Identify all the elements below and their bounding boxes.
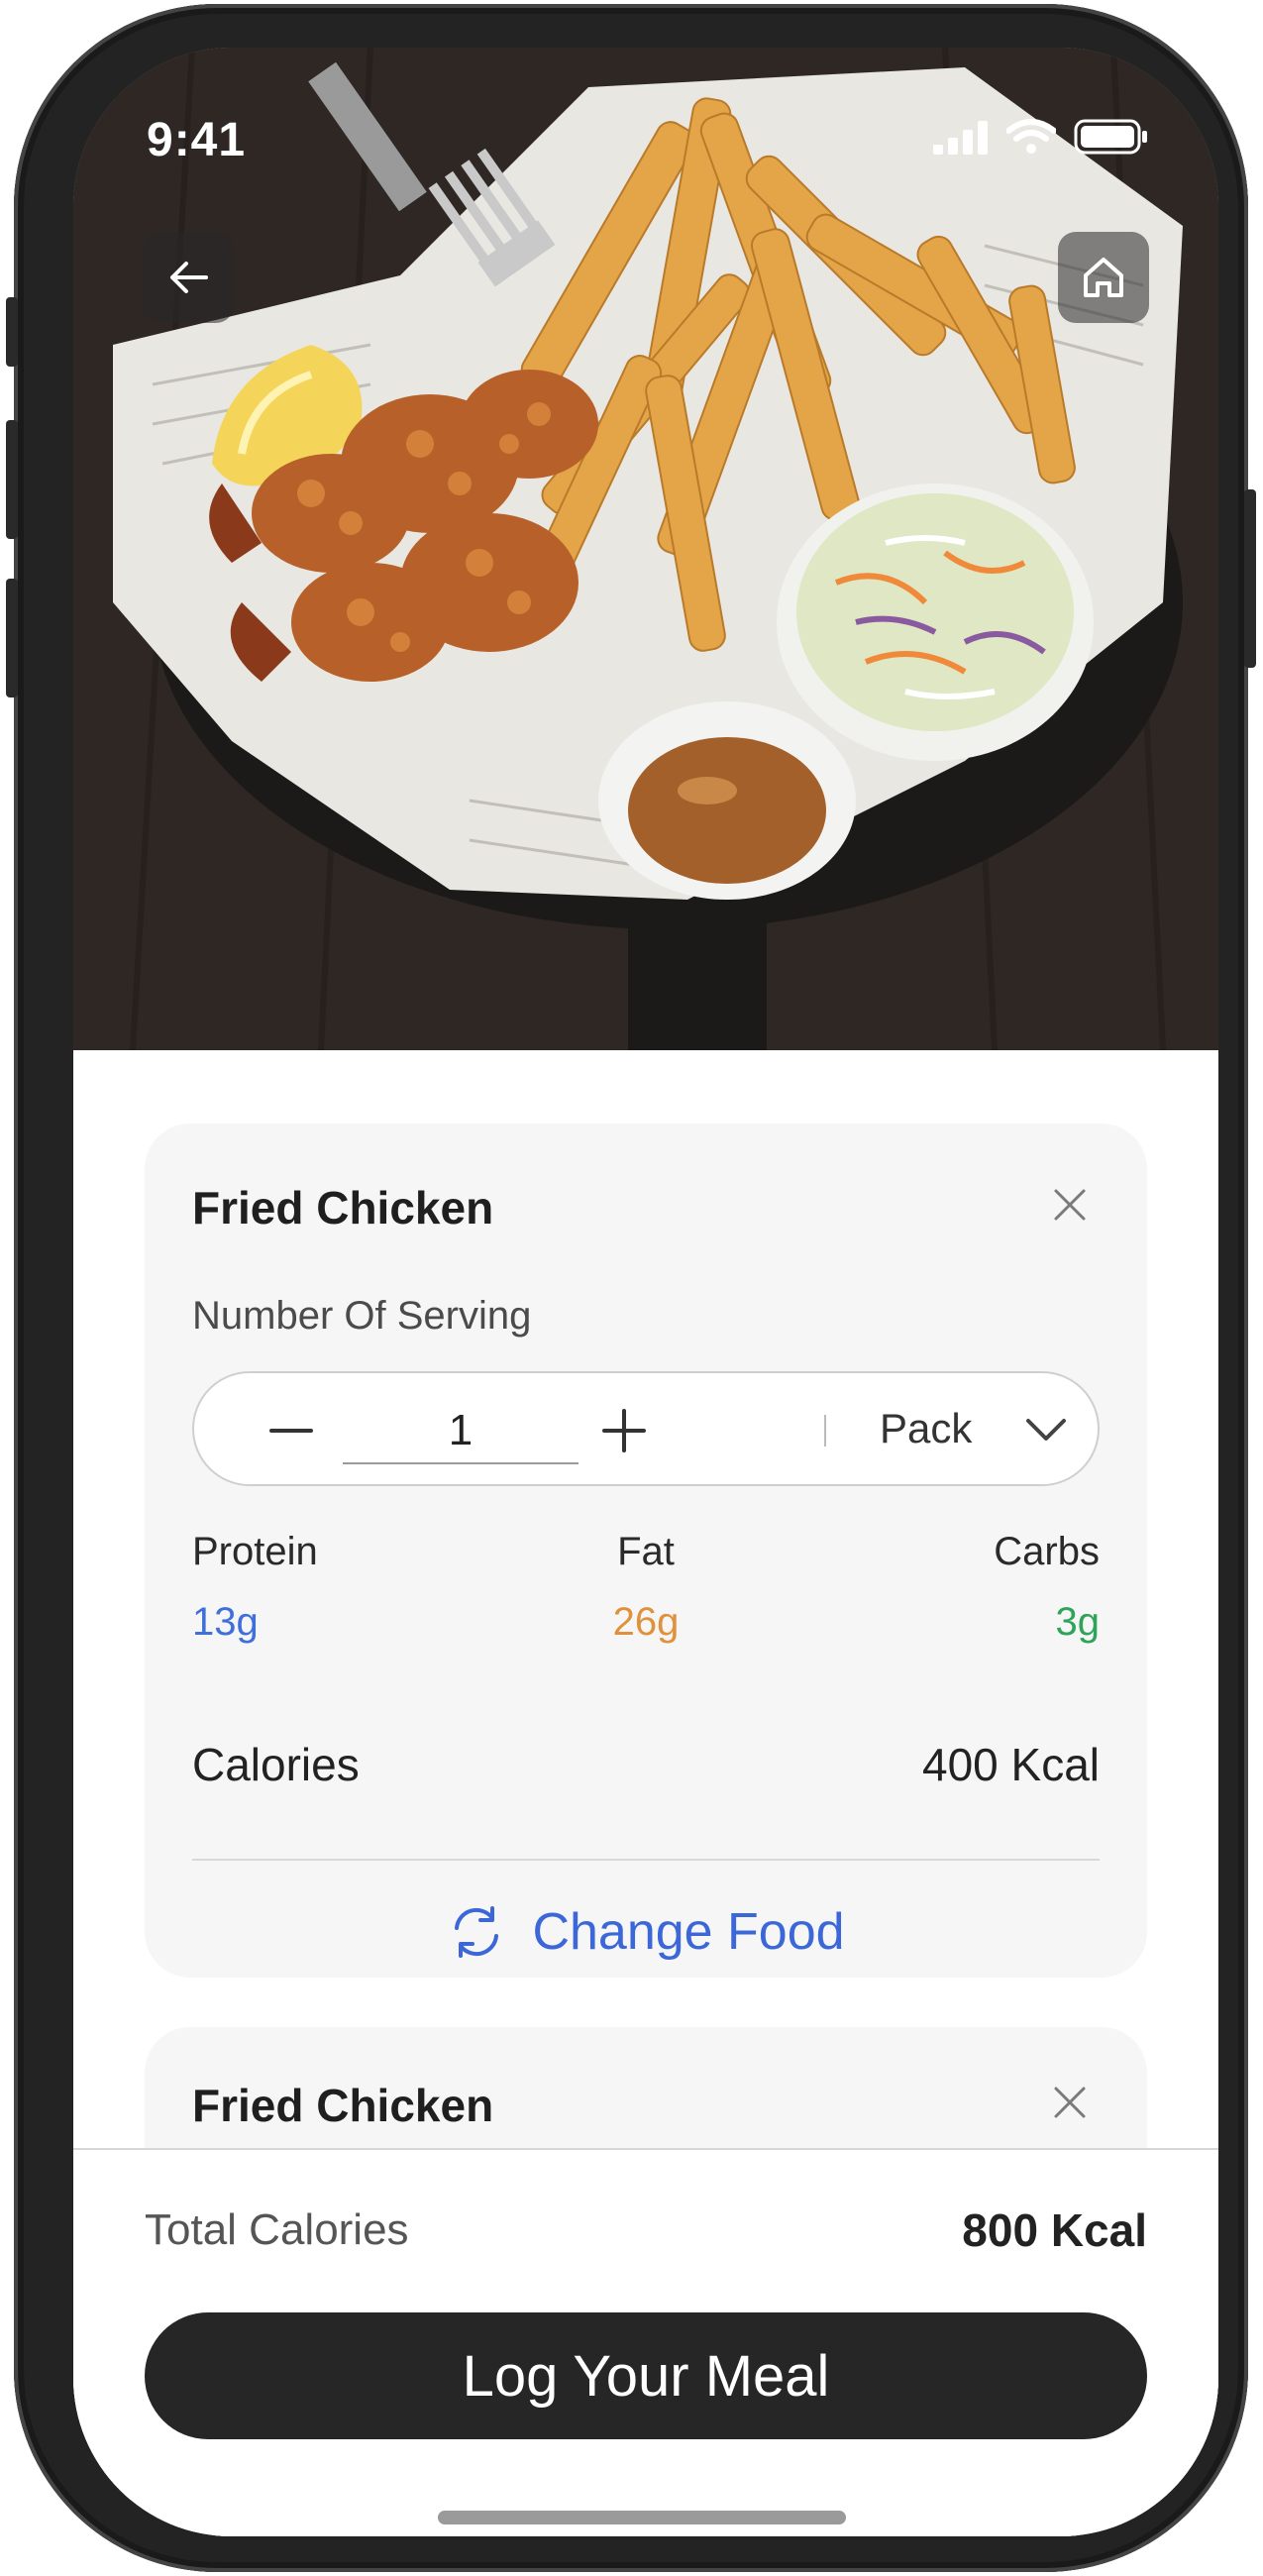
status-icons (933, 119, 1149, 155)
home-icon (1084, 258, 1123, 297)
meal-card: Fried Chicken Number Of Serving 1 Pack P… (145, 1124, 1147, 1978)
decrease-quantity-button[interactable] (262, 1401, 321, 1460)
phone-frame: 9:41 Fried Chicken Number Of Serving 1 P… (6, 4, 1256, 2572)
macro-carbs-label: Carbs (994, 1530, 1100, 1573)
calories-label: Calories (192, 1739, 360, 1790)
meal-title: Fried Chicken (192, 1182, 494, 1234)
back-button[interactable] (143, 232, 234, 323)
close-icon (1054, 1189, 1086, 1221)
card-divider (192, 1859, 1100, 1861)
remove-meal-button[interactable] (1040, 2073, 1100, 2132)
calories-value: 400 Kcal (921, 1739, 1100, 1790)
side-button-mute (6, 297, 18, 367)
stepper-divider (824, 1415, 826, 1447)
change-food-label: Change Food (532, 1903, 845, 1961)
remove-meal-button[interactable] (1040, 1175, 1100, 1234)
macro-fat-label: Fat (617, 1530, 675, 1573)
serving-label: Number Of Serving (192, 1294, 532, 1338)
unit-select[interactable]: Pack (848, 1373, 1096, 1484)
refresh-icon (455, 1906, 499, 1958)
status-time: 9:41 (147, 114, 247, 166)
side-button-volume-down (6, 579, 18, 698)
arrow-left-icon (170, 262, 208, 293)
macro-protein-value: 13g (192, 1600, 259, 1644)
side-button-power (1244, 489, 1256, 668)
change-food-button[interactable]: Change Food (145, 1892, 1147, 1972)
side-button-volume-up (6, 420, 18, 539)
home-button[interactable] (1058, 232, 1149, 323)
macro-fat: Fat 26g (497, 1530, 794, 1645)
food-photo: 9:41 (73, 48, 1218, 1050)
plus-icon (602, 1409, 646, 1452)
screen: 9:41 Fried Chicken Number Of Serving 1 P… (73, 48, 1218, 2536)
wifi-icon (1006, 119, 1056, 154)
log-meal-button[interactable]: Log Your Meal (145, 2312, 1147, 2439)
quantity-input[interactable] (343, 1399, 579, 1464)
status-bar: 9:41 (73, 48, 1218, 196)
battery-icon (1074, 119, 1147, 155)
bottom-bar: Total Calories 800 Kcal Log Your Meal (73, 2148, 1218, 2536)
food-photo-illustration (73, 48, 1218, 1050)
macro-protein-label: Protein (192, 1530, 318, 1573)
close-icon (1054, 2087, 1086, 2118)
increase-quantity-button[interactable] (594, 1401, 654, 1460)
signal-icon (933, 121, 988, 155)
home-indicator (438, 2511, 846, 2524)
chevron-down-icon (1026, 1419, 1066, 1441)
serving-stepper: Pack (192, 1371, 1100, 1486)
total-calories-value: 800 Kcal (962, 2204, 1147, 2256)
macro-carbs-value: 3g (1055, 1600, 1101, 1644)
macro-protein: Protein 13g (192, 1530, 489, 1645)
macro-carbs: Carbs 3g (802, 1530, 1100, 1645)
minus-icon (269, 1429, 313, 1433)
macro-fat-value: 26g (612, 1600, 680, 1644)
meal-title: Fried Chicken (192, 2080, 494, 2131)
total-calories-label: Total Calories (145, 2205, 409, 2254)
unit-label: Pack (880, 1405, 973, 1451)
